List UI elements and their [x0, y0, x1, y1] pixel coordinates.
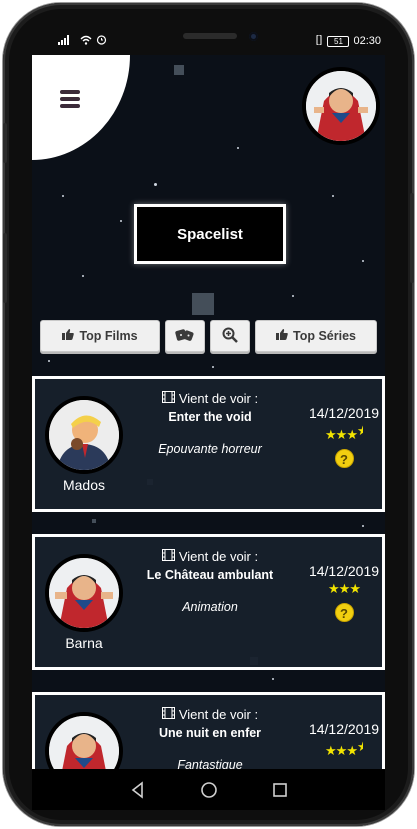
just-watched: Vient de voir : — [135, 549, 285, 564]
card-meta: 14/12/2019 ★★★★ ? — [305, 405, 383, 469]
film-genre: Fantastique — [177, 758, 243, 769]
just-watched-label: Vient de voir : — [178, 707, 259, 722]
star — [332, 195, 334, 197]
android-nav-bar — [32, 769, 385, 810]
user-name: Mados — [62, 477, 106, 493]
film-genre: Animation — [182, 600, 238, 614]
film-title[interactable]: Enter the void — [135, 410, 285, 424]
space-square — [192, 293, 214, 315]
question-icon[interactable]: ? — [334, 603, 354, 622]
question-icon[interactable]: ? — [334, 449, 354, 468]
profile-avatar[interactable] — [302, 67, 380, 145]
top-films-button[interactable]: Top Films — [40, 320, 160, 352]
watch-date: 14/12/2019 — [308, 721, 380, 737]
menu-corner[interactable] — [32, 55, 130, 160]
rating-stars: ★★★★ — [325, 423, 363, 442]
watch-date: 14/12/2019 — [308, 563, 380, 579]
space-square — [174, 65, 184, 75]
just-watched-label: Vient de voir : — [178, 549, 259, 564]
activity-card[interactable]: Barna Vient de voir : Le Château ambulan… — [32, 534, 385, 670]
star — [237, 147, 239, 149]
star — [120, 220, 122, 222]
search-button[interactable] — [210, 320, 250, 352]
app-screen: Spacelist Top Films Top Séries Mados Vie… — [32, 55, 385, 769]
app-title: Spacelist — [134, 204, 286, 264]
watch-date: 14/12/2019 — [308, 405, 380, 421]
recents-icon[interactable] — [271, 781, 289, 799]
user-avatar[interactable] — [45, 712, 123, 769]
signal-icon — [58, 34, 76, 48]
space-square — [92, 519, 96, 523]
film-icon — [161, 707, 175, 722]
top-films-label: Top Films — [79, 329, 138, 343]
film-icon — [161, 549, 175, 564]
star — [212, 366, 214, 368]
rating-stars: ★★★★ — [325, 739, 363, 758]
vibrate-icon — [315, 34, 323, 48]
star — [362, 260, 364, 262]
activity-info: Vient de voir : Enter the void Epouvante… — [135, 391, 285, 456]
star — [48, 360, 50, 362]
battery-icon: 51 — [327, 35, 350, 47]
user-avatar[interactable] — [45, 396, 123, 474]
activity-card[interactable]: Vient de voir : Une nuit en enfer Fantas… — [32, 692, 385, 769]
activity-info: Vient de voir : Le Château ambulant Anim… — [135, 549, 285, 614]
zoom-in-icon — [222, 327, 238, 346]
star — [272, 678, 274, 680]
star — [292, 295, 294, 297]
card-meta: 14/12/2019 ★★★★ — [305, 721, 383, 759]
user-name: Barna — [65, 635, 103, 651]
back-icon[interactable] — [129, 780, 147, 799]
dice-icon — [175, 327, 195, 346]
film-title[interactable]: Une nuit en enfer — [135, 726, 285, 740]
thumbs-up-icon — [62, 329, 75, 343]
film-icon — [161, 391, 175, 406]
activity-card[interactable]: Mados Vient de voir : Enter the void Epo… — [32, 376, 385, 512]
wifi-icon — [80, 35, 92, 48]
star — [154, 183, 157, 186]
power-button — [410, 193, 414, 283]
film-title[interactable]: Le Château ambulant — [135, 568, 285, 582]
just-watched: Vient de voir : — [135, 707, 285, 722]
star — [362, 525, 364, 527]
random-button[interactable] — [165, 320, 205, 352]
just-watched-label: Vient de voir : — [178, 391, 259, 406]
star — [82, 275, 84, 277]
home-icon[interactable] — [200, 781, 218, 799]
just-watched: Vient de voir : — [135, 391, 285, 406]
side-button — [3, 123, 7, 163]
side-button — [3, 233, 7, 303]
alarm-icon — [96, 34, 107, 48]
top-series-button[interactable]: Top Séries — [255, 320, 377, 352]
top-series-label: Top Séries — [293, 329, 356, 343]
rating-stars: ★★★ — [328, 581, 361, 596]
star — [62, 195, 64, 197]
clock: 02:30 — [353, 35, 381, 47]
thumbs-up-icon — [276, 329, 288, 343]
status-bar: 51 02:30 — [32, 30, 385, 52]
film-genre: Epouvante horreur — [158, 442, 262, 456]
card-meta: 14/12/2019 ★★★ ? — [305, 563, 383, 623]
activity-info: Vient de voir : Une nuit en enfer Fantas… — [135, 707, 285, 769]
user-avatar[interactable] — [45, 554, 123, 632]
hamburger-icon[interactable] — [60, 90, 80, 108]
